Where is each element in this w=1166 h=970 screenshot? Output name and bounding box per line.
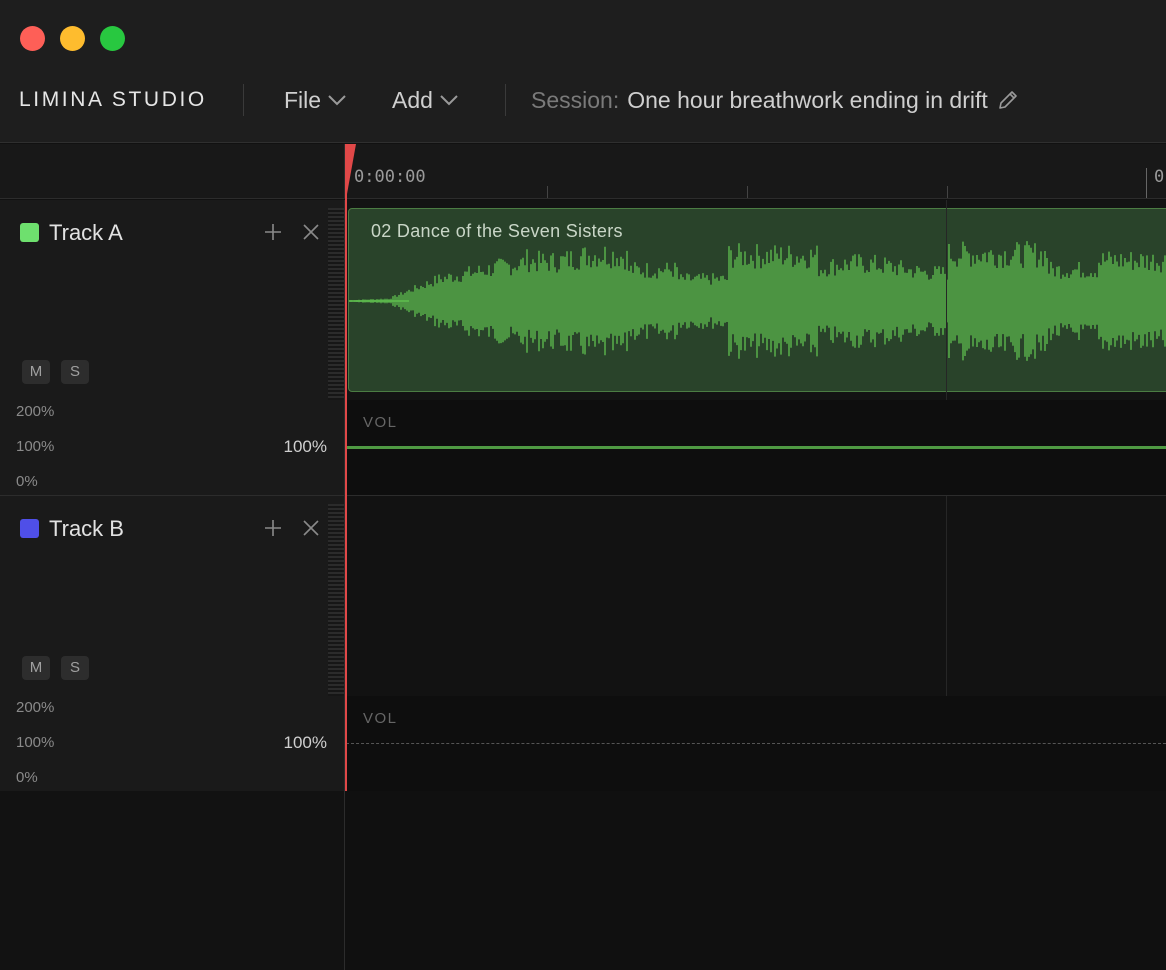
vol-lane-label: VOL [363, 414, 398, 431]
plus-icon[interactable] [263, 518, 283, 538]
track-header-a[interactable]: Track A M S 200% 100% 0% 100% [0, 200, 345, 496]
solo-button[interactable]: S [61, 656, 89, 680]
volume-scale-min: 0% [16, 769, 38, 786]
volume-automation-lane[interactable]: VOL [346, 400, 1166, 495]
close-window-button[interactable] [20, 26, 45, 51]
volume-scale-min: 0% [16, 473, 38, 490]
title-bar: LIMINA STUDIO File Add Session: One hour… [0, 0, 1166, 143]
ruler-tick-major [1146, 168, 1147, 198]
grid-line [946, 200, 947, 400]
zoom-window-button[interactable] [100, 26, 125, 51]
divider [243, 84, 244, 116]
file-menu[interactable]: File [284, 86, 347, 114]
volume-automation-lane[interactable]: VOL [346, 696, 1166, 791]
volume-scale-mid: 100% [16, 734, 55, 751]
ruler-spacer [0, 144, 345, 199]
track-name[interactable]: Track B [49, 516, 124, 542]
plus-icon[interactable] [263, 222, 283, 242]
session-title[interactable]: Session: One hour breathwork ending in d… [531, 86, 1020, 114]
clip-area[interactable] [346, 496, 1166, 696]
audio-clip[interactable]: 02 Dance of the Seven Sisters [348, 208, 1166, 392]
chevron-down-icon [328, 95, 346, 106]
clip-area[interactable]: 02 Dance of the Seven Sisters [346, 200, 1166, 400]
track-lane-a[interactable]: 02 Dance of the Seven Sisters VOL [346, 200, 1166, 496]
ruler-label: 0 [1154, 167, 1165, 187]
track-volume-value[interactable]: 100% [284, 437, 327, 457]
close-icon[interactable] [301, 222, 321, 242]
vol-lane-label: VOL [363, 710, 398, 727]
app-window: LIMINA STUDIO File Add Session: One hour… [0, 0, 1166, 970]
add-menu-label: Add [392, 86, 433, 113]
volume-scale-max: 200% [16, 403, 55, 420]
file-menu-label: File [284, 86, 322, 113]
level-meter [328, 504, 344, 696]
pencil-icon[interactable] [996, 88, 1020, 112]
clip-name: 02 Dance of the Seven Sisters [371, 221, 623, 241]
volume-scale-mid: 100% [16, 438, 55, 455]
mute-button[interactable]: M [22, 656, 50, 680]
add-menu[interactable]: Add [392, 86, 459, 114]
timeline-ruler[interactable]: 0:00:00 0 [345, 144, 1166, 199]
playhead[interactable] [345, 144, 347, 791]
volume-line[interactable] [346, 446, 1166, 449]
track-lane-b[interactable]: VOL [346, 496, 1166, 792]
ruler-tick [747, 186, 748, 198]
volume-scale-max: 200% [16, 699, 55, 716]
track-name[interactable]: Track A [49, 220, 123, 246]
volume-line[interactable] [346, 743, 1166, 744]
grid-line [946, 496, 947, 696]
chevron-down-icon [440, 95, 458, 106]
track-color-swatch[interactable] [20, 223, 39, 242]
session-label: Session: [531, 86, 620, 113]
track-color-swatch[interactable] [20, 519, 39, 538]
waveform-path [349, 241, 1166, 361]
empty-header-area [0, 791, 345, 970]
level-meter [328, 208, 344, 400]
session-name: One hour breathwork ending in drift [627, 86, 988, 113]
solo-button[interactable]: S [61, 360, 89, 384]
playhead-handle[interactable] [345, 144, 357, 194]
ruler-label: 0:00:00 [354, 167, 426, 187]
app-brand: LIMINA STUDIO [19, 88, 207, 111]
ruler-tick [947, 186, 948, 198]
ruler-tick [547, 186, 548, 198]
track-header-b[interactable]: Track B M S 200% 100% 0% 100% [0, 496, 345, 792]
close-icon[interactable] [301, 518, 321, 538]
minimize-window-button[interactable] [60, 26, 85, 51]
mute-button[interactable]: M [22, 360, 50, 384]
track-volume-value[interactable]: 100% [284, 733, 327, 753]
divider [505, 84, 506, 116]
